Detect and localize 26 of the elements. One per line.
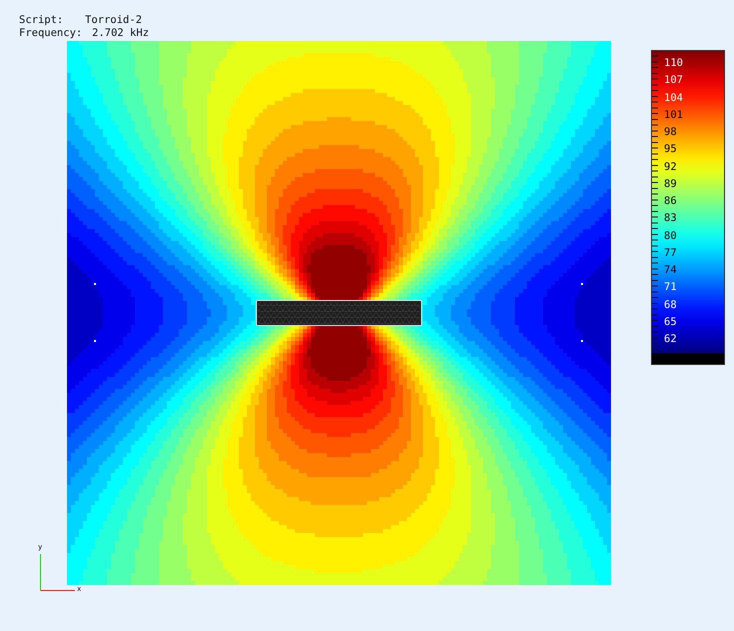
point-marker xyxy=(94,340,96,342)
scale-value: 110 xyxy=(664,56,683,71)
point-marker xyxy=(581,283,583,285)
scale-value: 89 xyxy=(664,176,678,192)
frequency-value: 2.702 kHz xyxy=(92,27,149,40)
scale-value: 77 xyxy=(664,246,678,261)
scale-value: 86 xyxy=(664,194,678,209)
frequency-label: Frequency: xyxy=(19,27,84,40)
point-marker xyxy=(94,283,96,285)
scale-value: 68 xyxy=(664,298,678,312)
scale-value: 95 xyxy=(664,142,678,158)
script-name: Torroid-2 xyxy=(85,14,142,27)
point-marker xyxy=(581,340,583,342)
scale-value: 80 xyxy=(664,228,678,244)
scale-value: 71 xyxy=(664,280,678,296)
scale-value: 62 xyxy=(664,332,678,347)
axis-triad-drawing xyxy=(40,554,76,591)
scale-value: 101 xyxy=(664,108,683,123)
scale-value: 104 xyxy=(664,90,683,106)
scale-value: 98 xyxy=(664,125,678,140)
scale-value: 107 xyxy=(664,73,683,88)
script-label: Script: xyxy=(19,14,64,27)
scale-value: 74 xyxy=(664,263,678,278)
scale-value: 83 xyxy=(664,211,678,226)
scale-value: 92 xyxy=(664,160,678,174)
scale-value: 65 xyxy=(664,314,678,330)
